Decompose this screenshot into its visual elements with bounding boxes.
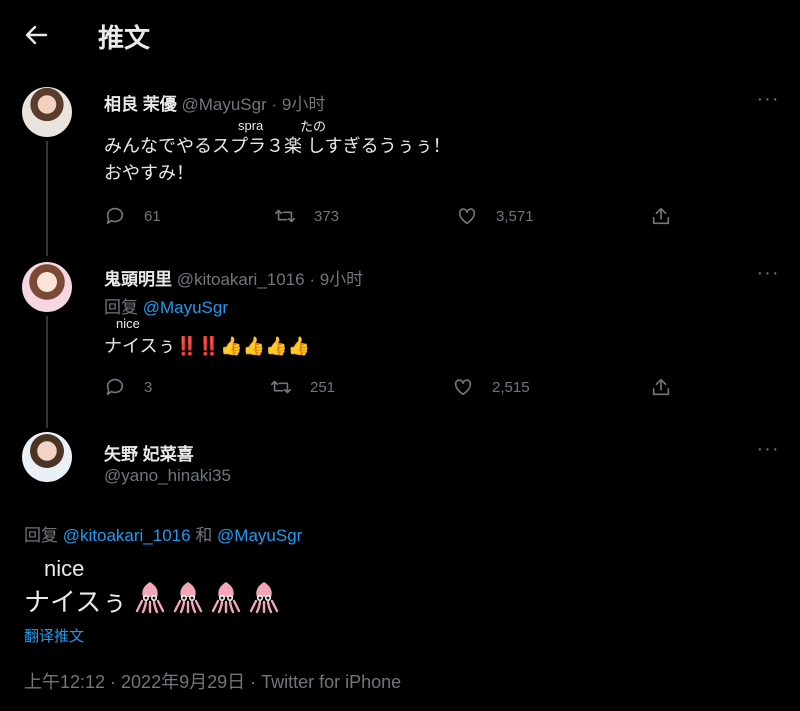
- more-icon: ···: [756, 88, 780, 110]
- share-icon: [652, 207, 670, 225]
- ruby-annotation: nice: [44, 556, 85, 581]
- heart-icon: [454, 379, 472, 396]
- tweet-header: 相良 茉優 @MayuSgr · 9小时: [104, 90, 325, 115]
- tweet-text: ナイスぅ‼️‼️👍👍👍👍: [104, 336, 310, 356]
- share-button[interactable]: [650, 205, 690, 227]
- tweet-text: ナイスぅ: [24, 580, 279, 621]
- ruby-annotation: たの: [300, 119, 327, 134]
- retweet-count: 251: [310, 378, 336, 396]
- translate-tweet-link[interactable]: 翻译推文: [24, 625, 84, 646]
- retweet-icon: [271, 380, 291, 394]
- tweet-actions: 3 251 2,515: [104, 376, 684, 400]
- reply-icon: [106, 207, 124, 225]
- avatar[interactable]: [22, 87, 72, 137]
- reply-icon: [106, 378, 124, 396]
- tweet-handle-row: @yano_hinaki35: [104, 466, 231, 486]
- reply-count: 61: [144, 207, 161, 225]
- retweet-icon: [275, 209, 295, 223]
- ruby-annotation: spra: [238, 118, 264, 133]
- display-name[interactable]: 相良 茉優: [104, 95, 177, 114]
- user-handle[interactable]: @kitoakari_1016: [177, 270, 305, 289]
- more-options-button[interactable]: ···: [756, 263, 780, 288]
- tweet-actions: 61 373 3,571: [104, 205, 684, 229]
- user-handle[interactable]: @yano_hinaki35: [104, 466, 231, 485]
- reply-label: 回复: [24, 526, 58, 545]
- tweet-text: おやすみ！: [104, 163, 194, 183]
- heart-icon: [458, 208, 476, 225]
- mention-link[interactable]: @kitoakari_1016: [63, 526, 191, 545]
- tweet-time[interactable]: 9小时: [320, 270, 363, 289]
- separator-dot: ·: [271, 95, 278, 114]
- tweet-time[interactable]: 9小时: [282, 95, 325, 114]
- tweet-timestamp[interactable]: 上午12:12 · 2022年9月29日 · Twitter for iPhon…: [24, 668, 401, 694]
- reply-button[interactable]: 3: [104, 376, 152, 398]
- tweet-header: 矢野 妃菜喜: [104, 440, 194, 465]
- reply-context: 回复 @kitoakari_1016 和 @MayuSgr: [24, 521, 302, 546]
- display-name[interactable]: 鬼頭明里: [104, 270, 172, 289]
- thread-line: [46, 316, 48, 428]
- more-icon: ···: [756, 438, 780, 460]
- share-icon: [652, 378, 670, 396]
- mention-link[interactable]: @MayuSgr: [217, 526, 302, 545]
- reply-button[interactable]: 61: [104, 205, 161, 227]
- like-count: 2,515: [492, 378, 530, 396]
- and-label: 和: [195, 526, 213, 545]
- like-button[interactable]: 2,515: [452, 376, 530, 398]
- like-button[interactable]: 3,571: [456, 205, 534, 227]
- squid-emoji-icon: [174, 582, 203, 614]
- avatar[interactable]: [22, 432, 72, 482]
- like-count: 3,571: [496, 207, 534, 225]
- user-handle[interactable]: @MayuSgr: [181, 95, 266, 114]
- squid-emoji-icon: [212, 582, 241, 614]
- reply-count: 3: [144, 378, 153, 396]
- back-button[interactable]: [22, 18, 52, 52]
- tweet-text: みんなでやるスプラ３楽 しすぎるうぅぅ！: [104, 136, 451, 156]
- mention-link[interactable]: @MayuSgr: [143, 298, 228, 317]
- squid-emoji-group: [127, 580, 279, 621]
- reply-context: 回复 @MayuSgr: [104, 293, 228, 318]
- more-icon: ···: [756, 262, 780, 284]
- squid-emoji-icon: [136, 582, 165, 614]
- separator-dot: ·: [309, 270, 315, 289]
- tweet-text-content: ナイスぅ: [24, 587, 128, 617]
- avatar[interactable]: [22, 262, 72, 312]
- more-options-button[interactable]: ···: [756, 89, 780, 114]
- tweet-header: 鬼頭明里 @kitoakari_1016 · 9小时: [104, 265, 363, 290]
- reply-label: 回复: [104, 298, 138, 317]
- page-title: 推文: [98, 23, 151, 53]
- more-options-button[interactable]: ···: [756, 439, 780, 464]
- arrow-left-icon: [25, 25, 48, 45]
- retweet-button[interactable]: 251: [270, 376, 335, 398]
- thread-line: [46, 141, 48, 256]
- retweet-count: 373: [314, 207, 340, 225]
- top-bar: 推文: [0, 0, 800, 72]
- display-name[interactable]: 矢野 妃菜喜: [104, 445, 194, 464]
- share-button[interactable]: [650, 376, 690, 398]
- ruby-annotation: nice: [116, 316, 140, 331]
- squid-emoji-icon: [250, 582, 279, 614]
- retweet-button[interactable]: 373: [274, 205, 339, 227]
